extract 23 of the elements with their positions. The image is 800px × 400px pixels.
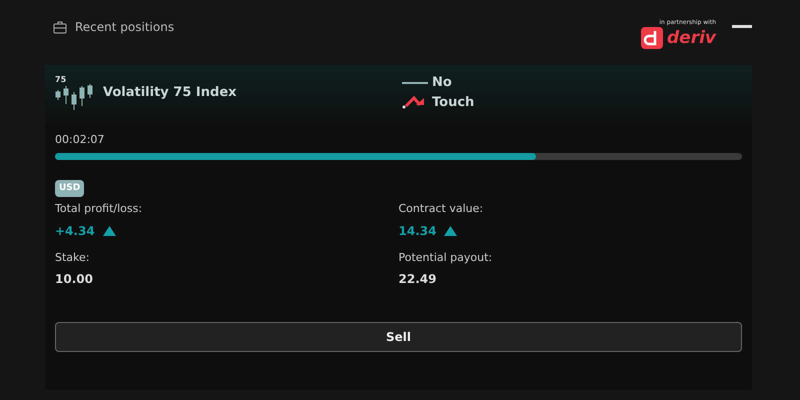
field-label: Total profit/loss: [55,201,144,217]
field-value: +4.34 [55,222,95,240]
countdown-timer: 00:02:07 [55,132,106,148]
logo-icon [641,27,663,49]
field-value: 10.00 [55,271,93,288]
logo-wordmark: deriv [667,30,716,46]
field-label: Potential payout: [398,250,494,266]
sell-button[interactable]: Sell [55,322,742,352]
contract-label: Touch [432,94,474,112]
market-number: 75 [55,76,66,84]
up-triangle-icon [444,226,458,236]
field-value: 22.49 [398,271,436,288]
market-name: Volatility 75 Index [103,84,237,102]
briefcase-icon [53,20,67,34]
currency-tag: USD [55,180,84,197]
field-label: Contract value: [398,201,484,217]
field-label: Stake: [55,250,90,266]
candlestick-icon [55,84,95,110]
section-title: Recent positions [75,19,174,36]
up-triangle-icon [102,226,116,236]
field-value: 14.34 [398,222,436,240]
minimize-button[interactable] [732,25,752,28]
contract-label: No [432,74,452,92]
